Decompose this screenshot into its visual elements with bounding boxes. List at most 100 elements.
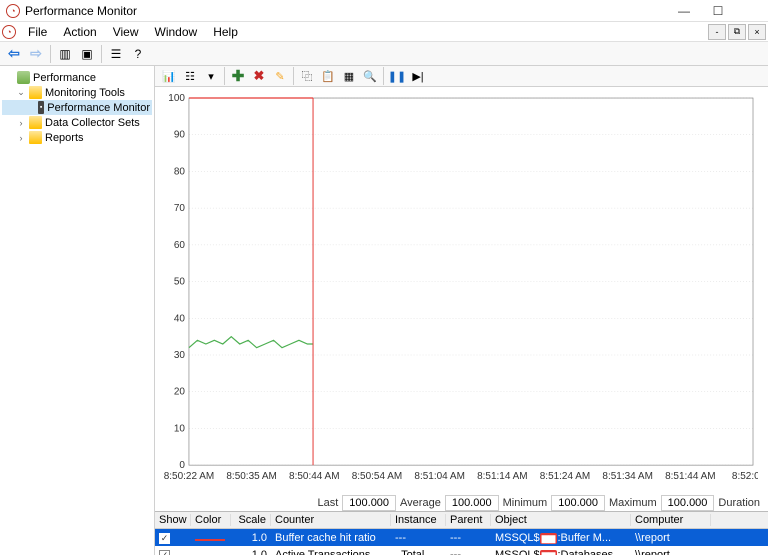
scale-cell: 1.0 [231, 549, 271, 555]
main-toolbar: ⇦ ⇨ ▥ ▣ ☰ ? [0, 42, 768, 66]
tree-reports[interactable]: › Reports [2, 130, 152, 145]
separator [50, 45, 51, 63]
separator [101, 45, 102, 63]
show-hide-tree-button[interactable]: ▥ [55, 44, 75, 64]
svg-text:8:52:00 A: 8:52:00 A [732, 471, 758, 482]
zoom-button[interactable]: 🔍 [360, 66, 380, 86]
tree-monitoring-tools[interactable]: ⌄ Monitoring Tools [2, 85, 152, 100]
forward-button[interactable]: ⇨ [26, 44, 46, 64]
performance-icon [17, 71, 30, 84]
header-computer[interactable]: Computer [631, 514, 711, 526]
tree-data-collector-sets[interactable]: › Data Collector Sets [2, 115, 152, 130]
header-parent[interactable]: Parent [446, 514, 491, 526]
object-cell: MSSQL$▆▆:Buffer M... [491, 532, 631, 544]
counter-cell: Active Transactions [271, 549, 391, 555]
header-instance[interactable]: Instance [391, 514, 446, 526]
monitor-icon: ▪ [38, 101, 44, 114]
counter-table: Show Color Scale Counter Instance Parent… [155, 511, 768, 555]
show-checkbox[interactable]: ✓ [159, 533, 170, 544]
tree-label: Reports [45, 132, 84, 144]
tree-label: Performance Monitor [47, 102, 150, 114]
svg-text:40: 40 [174, 313, 186, 324]
computer-cell: \\report [631, 532, 711, 544]
menu-help[interactable]: Help [205, 23, 246, 41]
computer-cell: \\report [631, 549, 711, 555]
chart-toolbar: 📊 ☷ ▾ ✚ ✖ ✎ ⿻ 📋 ▦ 🔍 ❚❚ ▶| [155, 66, 768, 87]
menu-file[interactable]: File [20, 23, 55, 41]
folder-icon [29, 86, 42, 99]
view-log-button[interactable]: ☷ [180, 66, 200, 86]
tree-label: Performance [33, 72, 96, 84]
properties-button[interactable]: ☰ [106, 44, 126, 64]
minimize-button[interactable]: — [674, 3, 694, 19]
svg-text:8:51:14 AM: 8:51:14 AM [477, 471, 527, 482]
svg-text:100: 100 [168, 93, 185, 104]
instance-cell: --- [391, 532, 446, 544]
menu-window[interactable]: Window [147, 23, 206, 41]
dur-label: Duration [718, 497, 760, 509]
table-row[interactable]: ✓1.0Active Transactions_Total---MSSQL$▆▆… [155, 546, 768, 555]
svg-text:10: 10 [174, 423, 186, 434]
scale-cell: 1.0 [231, 532, 271, 544]
menu-bar: ◔ File Action View Window Help - ⧉ × [0, 22, 768, 42]
menu-action[interactable]: Action [55, 23, 104, 41]
properties-button[interactable]: ▦ [339, 66, 359, 86]
svg-text:0: 0 [179, 460, 185, 471]
header-object[interactable]: Object [491, 514, 631, 526]
color-swatch [195, 539, 225, 541]
min-label: Minimum [503, 497, 548, 509]
back-button[interactable]: ⇦ [4, 44, 24, 64]
table-header: Show Color Scale Counter Instance Parent… [155, 512, 768, 529]
header-color[interactable]: Color [191, 514, 231, 526]
parent-cell: --- [446, 549, 491, 555]
svg-text:8:51:44 AM: 8:51:44 AM [665, 471, 715, 482]
view-dropdown-button[interactable]: ▾ [201, 66, 221, 86]
show-checkbox[interactable]: ✓ [159, 550, 170, 555]
view-current-button[interactable]: 📊 [159, 66, 179, 86]
svg-text:8:51:04 AM: 8:51:04 AM [414, 471, 464, 482]
svg-text:30: 30 [174, 350, 186, 361]
expand-icon[interactable]: ⌄ [16, 87, 26, 98]
table-row[interactable]: ✓1.0Buffer cache hit ratio------MSSQL$▆▆… [155, 529, 768, 546]
freeze-button[interactable]: ❚❚ [387, 66, 407, 86]
header-counter[interactable]: Counter [271, 514, 391, 526]
delete-counter-button[interactable]: ✖ [249, 66, 269, 86]
separator [224, 67, 225, 85]
object-cell: MSSQL$▆▆:Databases [491, 549, 631, 555]
tree-performance[interactable]: Performance [2, 70, 152, 85]
expand-icon[interactable]: › [16, 133, 26, 143]
svg-text:50: 50 [174, 277, 186, 288]
header-show[interactable]: Show [155, 514, 191, 526]
performance-chart[interactable]: 01020304050607080901008:50:22 AM8:50:35 … [159, 93, 758, 495]
maximize-button[interactable]: ☐ [708, 3, 728, 19]
nav-tree: Performance ⌄ Monitoring Tools ▪ Perform… [0, 66, 155, 555]
new-window-button[interactable]: ▣ [77, 44, 97, 64]
tree-label: Monitoring Tools [45, 87, 125, 99]
separator [383, 67, 384, 85]
highlight-button[interactable]: ✎ [270, 66, 290, 86]
mdi-restore-button[interactable]: ⧉ [728, 24, 746, 40]
close-button[interactable] [742, 3, 762, 19]
svg-text:8:51:34 AM: 8:51:34 AM [602, 471, 652, 482]
header-scale[interactable]: Scale [231, 514, 271, 526]
svg-text:20: 20 [174, 387, 186, 398]
svg-text:70: 70 [174, 203, 186, 214]
help-button[interactable]: ? [128, 44, 148, 64]
copy-button[interactable]: ⿻ [297, 66, 317, 86]
menu-view[interactable]: View [105, 23, 147, 41]
max-label: Maximum [609, 497, 657, 509]
tree-performance-monitor[interactable]: ▪ Performance Monitor [2, 100, 152, 115]
parent-cell: --- [446, 532, 491, 544]
folder-icon [29, 116, 42, 129]
add-counter-button[interactable]: ✚ [228, 66, 248, 86]
title-bar: ◔ Performance Monitor — ☐ [0, 0, 768, 22]
separator [293, 67, 294, 85]
mdi-close-button[interactable]: × [748, 24, 766, 40]
folder-icon [29, 131, 42, 144]
tree-label: Data Collector Sets [45, 117, 140, 129]
paste-button[interactable]: 📋 [318, 66, 338, 86]
expand-icon[interactable]: › [16, 118, 26, 128]
update-button[interactable]: ▶| [408, 66, 428, 86]
svg-text:8:51:24 AM: 8:51:24 AM [540, 471, 590, 482]
mdi-min-button[interactable]: - [708, 24, 726, 40]
